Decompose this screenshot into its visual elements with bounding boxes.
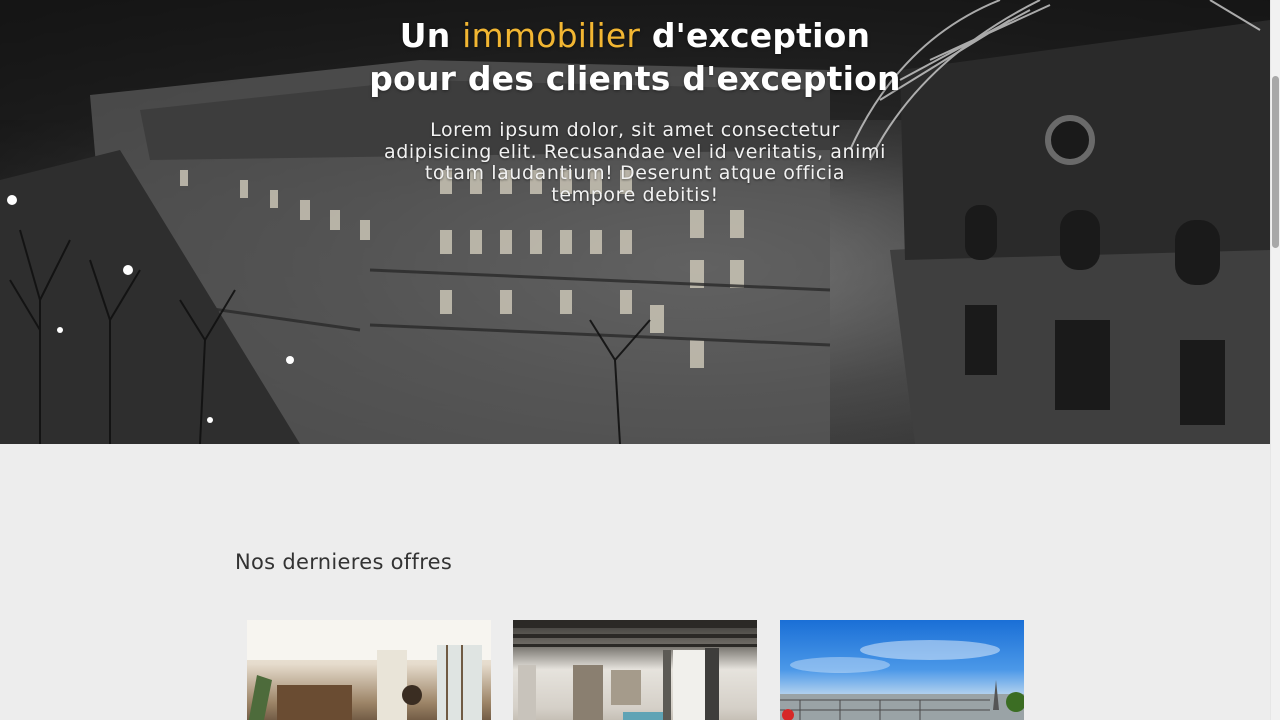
white-interior-photo xyxy=(513,620,757,720)
offers-heading: Nos dernieres offres xyxy=(235,550,453,574)
hero-title-accent: immobilier xyxy=(462,16,641,55)
hero-title-part1: Un xyxy=(399,16,463,55)
hero-title-part2: d'exception xyxy=(640,16,871,55)
living-room-photo xyxy=(247,620,491,720)
hero-banner: Un immobilier d'exception pour des clien… xyxy=(0,0,1270,444)
page-scrollbar[interactable] xyxy=(1270,0,1280,720)
hero-title-line2: pour des clients d'exception xyxy=(369,59,901,98)
hero-title: Un immobilier d'exception pour des clien… xyxy=(0,14,1270,100)
paris-rooftop-view-photo xyxy=(780,640,1024,720)
offer-card-2[interactable] xyxy=(513,620,757,720)
offer-card-1[interactable] xyxy=(247,620,491,720)
offer-card-3[interactable] xyxy=(780,620,1024,720)
hero-lead-text: Lorem ipsum dolor, sit amet consectetur … xyxy=(383,119,887,206)
scrollbar-thumb[interactable] xyxy=(1272,76,1279,248)
